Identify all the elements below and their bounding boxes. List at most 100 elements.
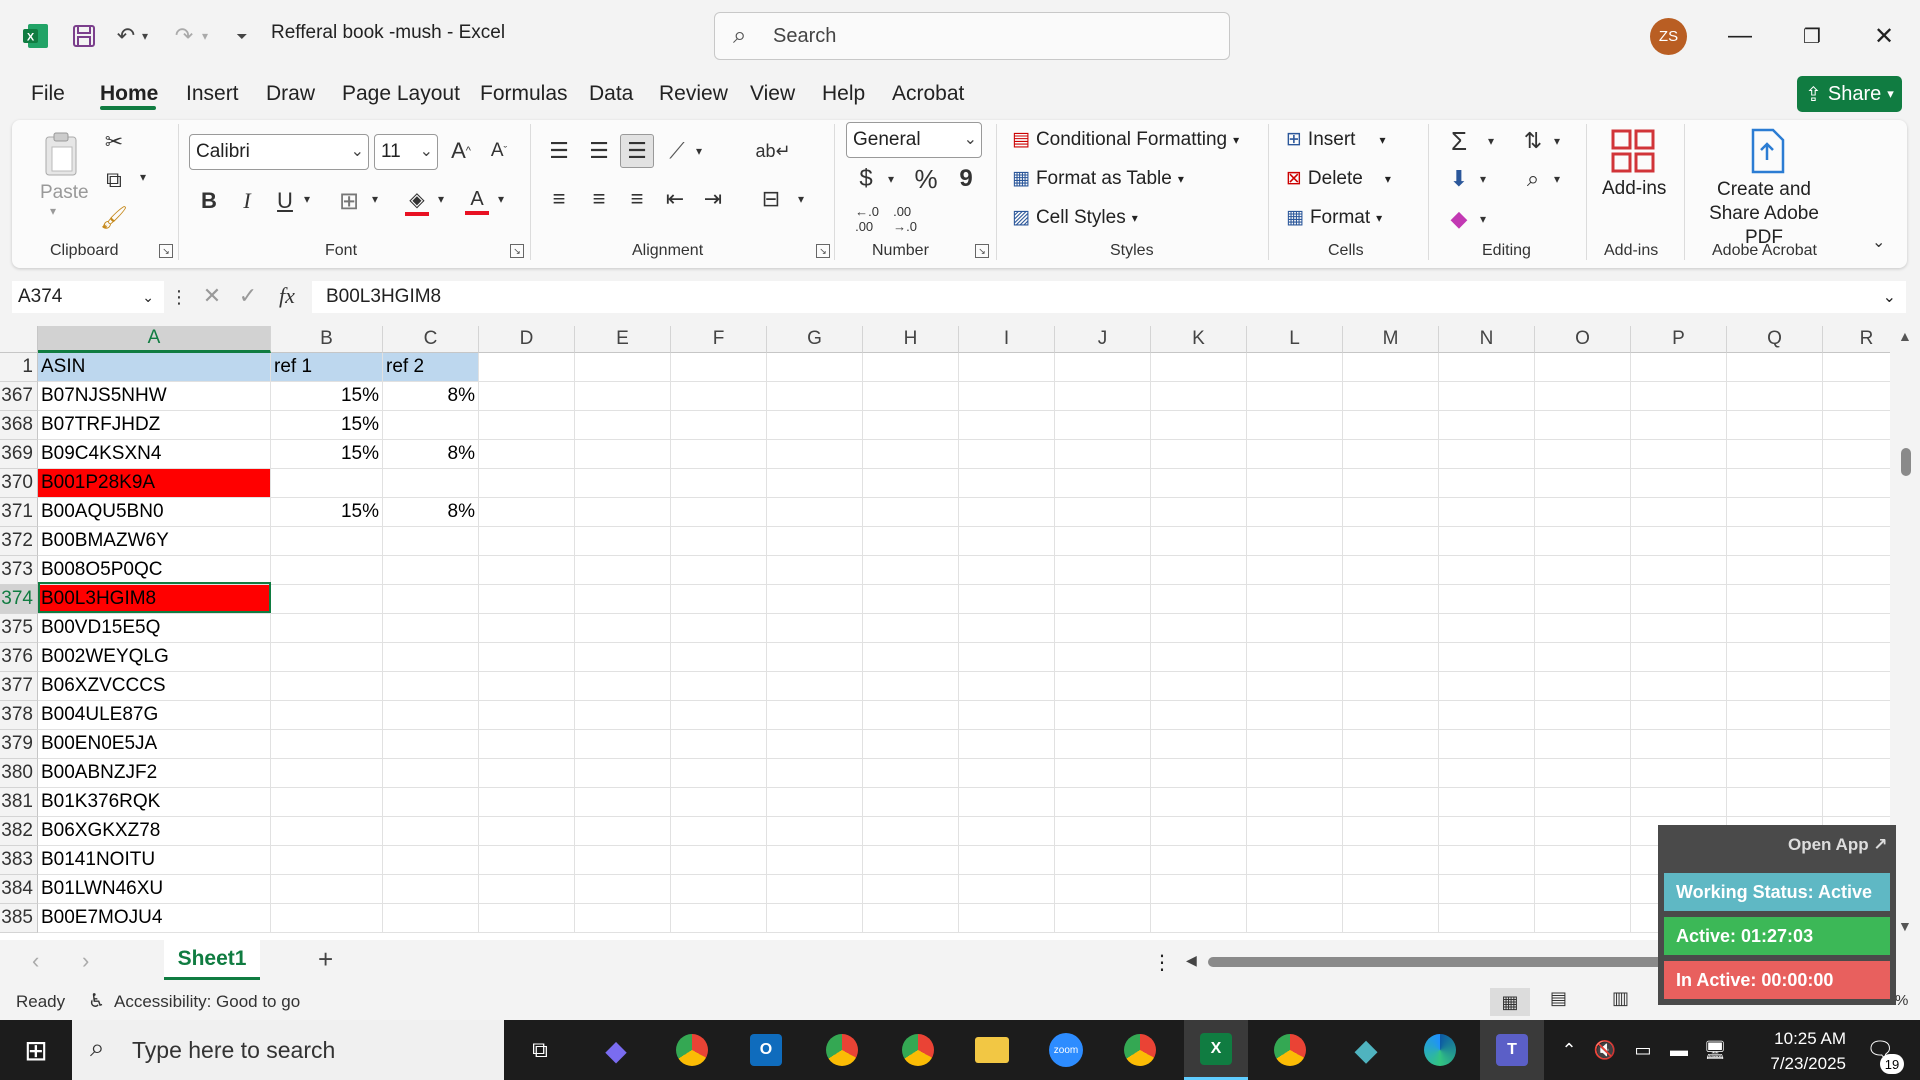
comma-style-button[interactable]: 9	[954, 164, 978, 194]
sort-filter-dropdown-icon[interactable]: ▾	[1554, 134, 1560, 148]
cell-j[interactable]	[1055, 382, 1151, 411]
create-pdf-icon[interactable]	[1744, 128, 1790, 174]
cell-j[interactable]	[1055, 411, 1151, 440]
app-diamond-icon[interactable]: ◆	[1344, 1030, 1388, 1070]
header-cell-h[interactable]	[863, 353, 959, 382]
meet-now-icon[interactable]: ▭	[1628, 1030, 1658, 1070]
align-left-icon[interactable]: ≡	[544, 184, 574, 214]
cell-h[interactable]	[863, 701, 959, 730]
cell-k[interactable]	[1151, 527, 1247, 556]
cell-g[interactable]	[767, 817, 863, 846]
cell-m[interactable]	[1343, 614, 1439, 643]
cell-l[interactable]	[1247, 614, 1343, 643]
cell-h[interactable]	[863, 382, 959, 411]
cell-p[interactable]	[1631, 759, 1727, 788]
cell-o[interactable]	[1535, 904, 1631, 933]
cell-n[interactable]	[1439, 730, 1535, 759]
cell-g[interactable]	[767, 469, 863, 498]
header-cell-c[interactable]: ref 2	[383, 353, 479, 382]
cell-q[interactable]	[1727, 614, 1823, 643]
tab-data[interactable]: Data	[589, 82, 633, 106]
cell-p[interactable]	[1631, 411, 1727, 440]
cell-i[interactable]	[959, 469, 1055, 498]
cell-e[interactable]	[575, 585, 671, 614]
chrome-profile-2-icon[interactable]	[820, 1030, 864, 1070]
cell-a[interactable]: B00ABNZJF2	[38, 759, 271, 788]
cell-f[interactable]	[671, 469, 767, 498]
cell-d[interactable]	[479, 411, 575, 440]
cell-e[interactable]	[575, 672, 671, 701]
cell-a[interactable]: B01K376RQK	[38, 788, 271, 817]
cell-n[interactable]	[1439, 527, 1535, 556]
cell-e[interactable]	[575, 759, 671, 788]
align-top-icon[interactable]: ☰	[544, 136, 574, 166]
cell-h[interactable]	[863, 527, 959, 556]
cell-j[interactable]	[1055, 846, 1151, 875]
cell-j[interactable]	[1055, 469, 1151, 498]
row-header[interactable]: 377	[0, 672, 38, 701]
cell-q[interactable]	[1727, 440, 1823, 469]
cell-c[interactable]	[383, 875, 479, 904]
cell-d[interactable]	[479, 585, 575, 614]
cell-a[interactable]: B00EN0E5JA	[38, 730, 271, 759]
cell-d[interactable]	[479, 382, 575, 411]
sheet-tab-sheet1[interactable]: Sheet1	[164, 940, 260, 980]
cell-n[interactable]	[1439, 440, 1535, 469]
merge-center-icon[interactable]: ⊟	[756, 184, 786, 214]
cell-c[interactable]	[383, 614, 479, 643]
cell-c[interactable]	[383, 527, 479, 556]
cell-l[interactable]	[1247, 788, 1343, 817]
cell-d[interactable]	[479, 788, 575, 817]
orientation-dropdown-icon[interactable]: ▾	[696, 144, 702, 158]
tab-file[interactable]: File	[31, 82, 65, 106]
cell-e[interactable]	[575, 788, 671, 817]
cell-f[interactable]	[671, 846, 767, 875]
cell-h[interactable]	[863, 643, 959, 672]
cell-d[interactable]	[479, 701, 575, 730]
cell-n[interactable]	[1439, 411, 1535, 440]
cell-g[interactable]	[767, 614, 863, 643]
cell-m[interactable]	[1343, 440, 1439, 469]
select-all-corner[interactable]	[0, 326, 38, 353]
cell-o[interactable]	[1535, 730, 1631, 759]
cell-k[interactable]	[1151, 614, 1247, 643]
fill-color-dropdown-icon[interactable]: ▾	[438, 192, 444, 206]
cell-o[interactable]	[1535, 469, 1631, 498]
cell-m[interactable]	[1343, 585, 1439, 614]
row-header[interactable]: 382	[0, 817, 38, 846]
cell-d[interactable]	[479, 904, 575, 933]
cell-q[interactable]	[1727, 411, 1823, 440]
cell-i[interactable]	[959, 585, 1055, 614]
taskbar-search-box[interactable]: ⌕ Type here to search	[72, 1020, 504, 1080]
cell-b[interactable]	[271, 614, 383, 643]
cell-l[interactable]	[1247, 817, 1343, 846]
cell-m[interactable]	[1343, 701, 1439, 730]
cell-q[interactable]	[1727, 382, 1823, 411]
tab-help[interactable]: Help	[822, 82, 865, 106]
decrease-decimal-icon[interactable]: .00 →.0	[890, 204, 920, 234]
cell-f[interactable]	[671, 817, 767, 846]
cell-c[interactable]	[383, 672, 479, 701]
find-select-dropdown-icon[interactable]: ▾	[1554, 172, 1560, 186]
cell-j[interactable]	[1055, 556, 1151, 585]
row-header[interactable]: 374	[0, 585, 38, 614]
increase-indent-icon[interactable]: ⇥	[698, 184, 728, 214]
cell-g[interactable]	[767, 730, 863, 759]
page-break-view-icon[interactable]: ▥	[1612, 988, 1629, 1009]
cell-l[interactable]	[1247, 498, 1343, 527]
header-cell-g[interactable]	[767, 353, 863, 382]
cell-h[interactable]	[863, 730, 959, 759]
find-select-icon[interactable]: ⌕	[1518, 164, 1548, 194]
cell-b[interactable]: 15%	[271, 382, 383, 411]
copy-dropdown-icon[interactable]: ▾	[140, 170, 146, 184]
cell-e[interactable]	[575, 904, 671, 933]
cell-g[interactable]	[767, 556, 863, 585]
cell-d[interactable]	[479, 846, 575, 875]
cell-m[interactable]	[1343, 527, 1439, 556]
cell-l[interactable]	[1247, 527, 1343, 556]
cell-f[interactable]	[671, 643, 767, 672]
cell-q[interactable]	[1727, 527, 1823, 556]
cell-d[interactable]	[479, 614, 575, 643]
header-cell-i[interactable]	[959, 353, 1055, 382]
row-header[interactable]: 385	[0, 904, 38, 933]
